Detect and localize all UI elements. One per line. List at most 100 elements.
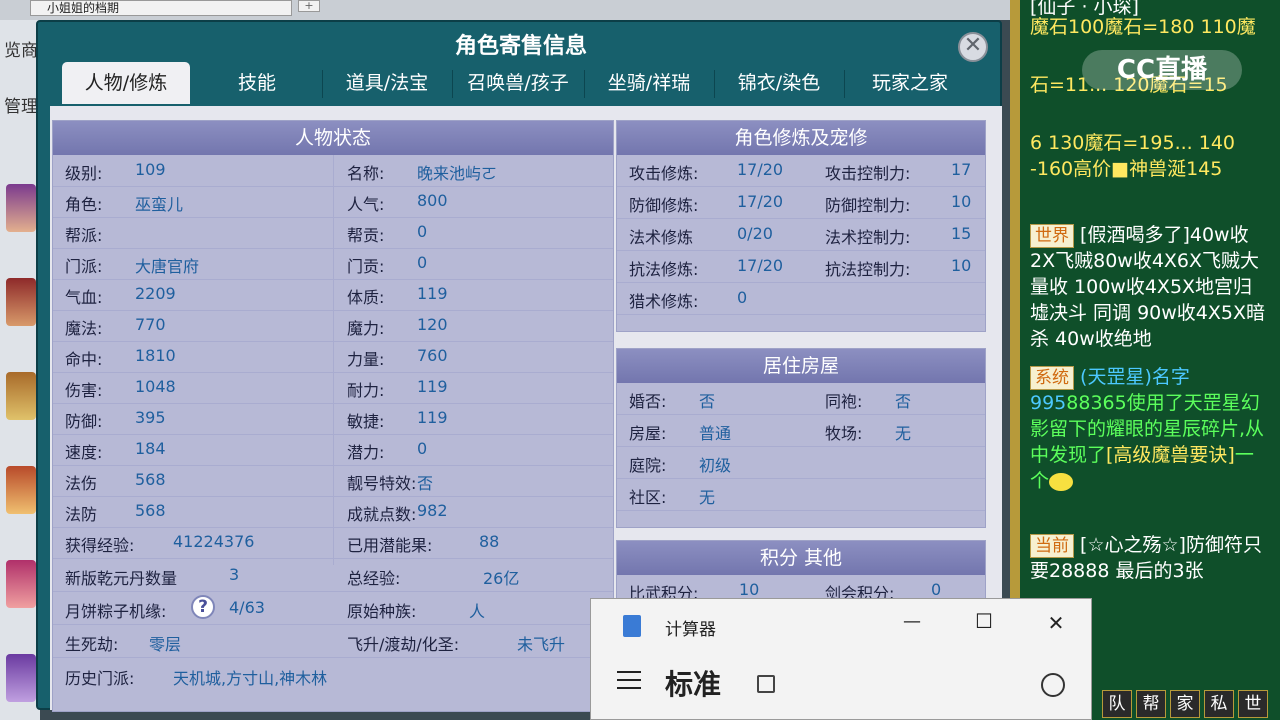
field-label: 角色: xyxy=(65,195,103,214)
new-tab-button[interactable]: + xyxy=(298,0,320,12)
field-value: 17 xyxy=(951,160,972,179)
avatar[interactable] xyxy=(6,654,36,702)
field-label: 新版乾元丹数量 xyxy=(65,569,178,588)
tab-player-home[interactable]: 玩家之家 xyxy=(846,62,974,104)
tab-character[interactable]: 人物/修炼 xyxy=(62,62,190,104)
minimize-icon[interactable]: — xyxy=(897,611,927,639)
field-label: 防御修炼: xyxy=(629,196,699,215)
channel-family-button[interactable]: 家 xyxy=(1170,690,1200,718)
field-label: 法术控制力: xyxy=(825,228,911,247)
calculator-mode: 标准 xyxy=(665,668,722,701)
field-value: 119 xyxy=(417,284,448,303)
tab-divider xyxy=(584,70,585,98)
field-value: 10 xyxy=(951,256,972,275)
field-label: 原始种族: xyxy=(347,602,417,621)
field-label: 名称: xyxy=(347,164,385,183)
calculator-window: 计算器 — ☐ ✕ 标准 xyxy=(590,598,1092,720)
tab-items[interactable]: 道具/法宝 xyxy=(324,62,450,104)
panel-title: 角色修炼及宠修 xyxy=(617,121,985,155)
keep-on-top-icon[interactable] xyxy=(757,675,775,693)
help-icon[interactable]: ? xyxy=(191,595,215,619)
avatar[interactable] xyxy=(6,466,36,514)
field-label: 力量: xyxy=(347,350,385,369)
field-label: 魔法: xyxy=(65,319,103,338)
sidebar-text: 览商 xyxy=(4,41,38,61)
cultivation-row: 防御修炼: 17/20 防御控制力: 10 xyxy=(617,187,985,219)
field-value: 120 xyxy=(417,315,448,334)
status-row: 气血: 2209 体质: 119 xyxy=(53,279,613,311)
status-row: 速度: 184 潜力: 0 xyxy=(53,434,613,466)
panel-title: 人物状态 xyxy=(53,121,613,155)
field-value: 无 xyxy=(699,488,716,507)
field-value: 普通 xyxy=(699,424,732,443)
channel-badge-world: 世界 xyxy=(1030,224,1074,248)
field-value: 0 xyxy=(417,439,428,458)
history-label: 历史门派: xyxy=(65,669,135,688)
field-label: 同袍: xyxy=(825,392,863,411)
channel-world-button[interactable]: 世 xyxy=(1238,690,1268,718)
avatar[interactable] xyxy=(6,278,36,326)
field-label: 庭院: xyxy=(629,456,667,475)
field-label: 靓号特效: xyxy=(347,474,417,493)
field-value: 4/63 xyxy=(229,598,265,617)
field-value: 大唐官府 xyxy=(135,257,200,276)
field-value: 未飞升 xyxy=(517,635,566,654)
field-label: 敏捷: xyxy=(347,412,385,431)
field-label: 社区: xyxy=(629,488,667,507)
field-label: 速度: xyxy=(65,443,103,462)
field-label: 飞升/渡劫/化圣: xyxy=(347,635,460,654)
field-value: 26亿 xyxy=(483,569,520,588)
avatar[interactable] xyxy=(6,184,36,232)
avatar[interactable] xyxy=(6,372,36,420)
field-label: 魔力: xyxy=(347,319,385,338)
window-title: 角色寄售信息 xyxy=(454,34,587,59)
tab-outfits[interactable]: 锦衣/染色 xyxy=(716,62,842,104)
field-value: 零层 xyxy=(149,635,182,654)
close-icon[interactable]: ✕ xyxy=(1041,611,1071,639)
history-icon[interactable] xyxy=(1041,673,1065,697)
sidebar-text: 管理 xyxy=(4,97,38,117)
chat-line: 魔石100魔石=180 110魔 xyxy=(1030,16,1256,38)
close-icon[interactable]: ✕ xyxy=(958,32,988,62)
channel-private-button[interactable]: 私 xyxy=(1204,690,1234,718)
field-value: 10 xyxy=(951,192,972,211)
tab-mounts[interactable]: 坐骑/祥瑞 xyxy=(586,62,712,104)
channel-guild-button[interactable]: 帮 xyxy=(1136,690,1166,718)
channel-team-button[interactable]: 队 xyxy=(1102,690,1132,718)
browser-tab[interactable]: 小姐姐的档期 xyxy=(30,0,292,16)
field-label: 总经验: xyxy=(347,569,401,588)
field-value: 770 xyxy=(135,315,166,334)
tab-skills[interactable]: 技能 xyxy=(198,62,316,104)
status-row: 魔法: 770 魔力: 120 xyxy=(53,310,613,342)
emoji-icon xyxy=(1049,472,1074,491)
field-label: 牧场: xyxy=(825,424,863,443)
field-value: 0 xyxy=(417,222,428,241)
field-label: 门派: xyxy=(65,257,103,276)
maximize-icon[interactable]: ☐ xyxy=(969,609,999,637)
field-value: 109 xyxy=(135,160,166,179)
status-row: 角色: 巫蛮儿 人气: 800 xyxy=(53,186,613,218)
field-label: 人气: xyxy=(347,195,385,214)
browser-tab-title: 小姐姐的档期 xyxy=(47,1,120,15)
field-label: 体质: xyxy=(347,288,385,307)
avatar[interactable] xyxy=(6,560,36,608)
field-value: 晚来池屿ㄛ xyxy=(417,164,498,183)
field-value: 无 xyxy=(895,424,912,443)
tab-divider xyxy=(714,70,715,98)
channel-badge-current: 当前 xyxy=(1030,534,1074,558)
field-label: 猎术修炼: xyxy=(629,292,699,311)
field-label: 门贡: xyxy=(347,257,385,276)
field-value: 17/20 xyxy=(737,256,784,275)
house-row: 房屋: 普通 牧场: 无 xyxy=(617,415,985,447)
field-label: 房屋: xyxy=(629,424,667,443)
tab-pets[interactable]: 召唤兽/孩子 xyxy=(454,62,582,104)
cultivation-panel: 角色修炼及宠修 攻击修炼: 17/20 攻击控制力: 17 防御修炼: 17/20 防御控制… xyxy=(616,120,986,332)
tab-divider xyxy=(322,70,323,98)
field-value: 3 xyxy=(229,565,240,584)
field-value: 982 xyxy=(417,501,448,520)
field-label: 命中: xyxy=(65,350,103,369)
house-row: 婚否: 否 同袍: 否 xyxy=(617,383,985,415)
menu-icon[interactable] xyxy=(617,671,641,689)
chat-message-system: 系统 (天罡星)名字99588365使用了天罡星幻影留下的耀眼的星辰碎片,从中发… xyxy=(1030,366,1265,492)
field-label: 气血: xyxy=(65,288,103,307)
